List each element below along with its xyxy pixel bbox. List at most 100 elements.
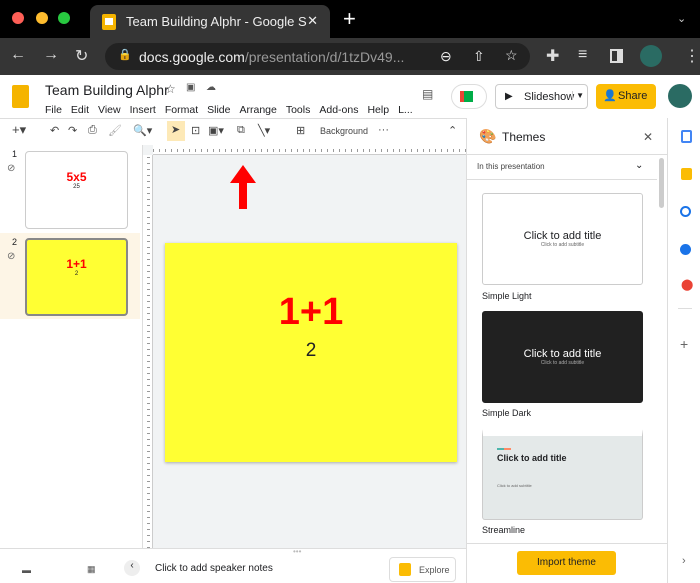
resize-handle[interactable]: •••	[293, 547, 301, 556]
menu-slide[interactable]: Slide	[207, 104, 230, 116]
menu-last-edit[interactable]: L...	[398, 104, 413, 116]
browser-menu-icon[interactable]: ⋮	[684, 46, 700, 66]
minimize-window-button[interactable]	[36, 12, 48, 24]
undo-icon[interactable]: ↶	[50, 124, 59, 137]
notes-placeholder[interactable]: Click to add speaker notes	[155, 563, 273, 574]
move-folder-icon[interactable]: ▣	[186, 82, 195, 93]
theme-simple-light[interactable]: Click to add title Click to add subtitle	[482, 193, 643, 285]
star-icon[interactable]: ☆	[165, 82, 176, 96]
address-bar[interactable]: 🔒 docs.google.com/presentation/d/1tzDv49…	[105, 43, 530, 70]
back-icon[interactable]: ←	[10, 46, 26, 64]
menu-tools[interactable]: Tools	[286, 104, 311, 116]
lock-icon: 🔒	[118, 49, 132, 61]
theme-simple-dark[interactable]: Click to add title Click to add subtitle	[482, 311, 643, 403]
comment-add-icon[interactable]: ⊞	[296, 124, 305, 137]
theme-streamline[interactable]: Click to add title Click to add subtitle	[482, 428, 643, 520]
slide-title[interactable]: 1+1	[165, 291, 457, 334]
reload-icon[interactable]: ↻	[75, 46, 88, 66]
expand-side-panel-icon[interactable]: ›	[682, 555, 686, 567]
comments-icon[interactable]: ▤	[422, 87, 433, 101]
text-box-icon[interactable]: ⊡	[191, 124, 200, 137]
bookmark-star-icon[interactable]: ☆	[505, 47, 518, 64]
theme-name: Simple Light	[482, 291, 532, 301]
print-icon[interactable]: ⎙	[88, 124, 97, 137]
more-options-icon[interactable]: ···	[378, 124, 389, 136]
calendar-icon[interactable]	[681, 130, 692, 143]
slide-body[interactable]: 2	[165, 340, 457, 362]
paint-format-icon[interactable]: 🖌	[108, 124, 122, 137]
new-tab-button[interactable]: +	[343, 6, 356, 32]
theme-filter-dropdown[interactable]: In this presentation ⌄	[467, 155, 657, 180]
theme-name: Streamline	[482, 525, 526, 535]
slide-thumbnail-1[interactable]: 5x5 25	[25, 151, 128, 229]
menu-insert[interactable]: Insert	[130, 104, 156, 116]
account-avatar[interactable]	[668, 84, 692, 108]
vertical-ruler[interactable]	[143, 155, 153, 548]
browser-toolbar: ← → ↻ 🔒 docs.google.com/presentation/d/1…	[0, 38, 700, 75]
document-title[interactable]: Team Building Alphr	[45, 82, 169, 98]
media-icon[interactable]: ≡	[578, 46, 587, 64]
accent-bar	[497, 448, 511, 450]
shape-icon[interactable]: ⧉	[237, 124, 245, 137]
menu-arrange[interactable]: Arrange	[239, 104, 276, 116]
close-tab-icon[interactable]: ✕	[307, 13, 318, 29]
slideshow-button[interactable]: ▶ Slideshow ▼	[495, 84, 588, 109]
share-page-icon[interactable]: ⇧	[473, 48, 485, 65]
side-panel-icon[interactable]	[610, 49, 623, 63]
slideshow-label: Slideshow	[524, 91, 575, 103]
slideshow-dropdown-icon[interactable]: ▼	[572, 91, 584, 100]
browser-tab[interactable]: Team Building Alphr - Google S ✕	[90, 5, 330, 38]
menu-help[interactable]: Help	[367, 104, 389, 116]
tab-list-icon[interactable]: ⌄	[677, 12, 686, 25]
forward-icon[interactable]: →	[43, 46, 59, 64]
thumb-body: 2	[74, 271, 79, 277]
select-icon[interactable]: ➤	[167, 121, 185, 141]
import-theme-button[interactable]: Import theme	[517, 551, 616, 575]
menu-file[interactable]: File	[45, 104, 62, 116]
tasks-icon[interactable]	[680, 206, 691, 217]
speaker-notes[interactable]: ••• Click to add speaker notes Explore	[143, 547, 466, 583]
new-slide-icon[interactable]: +▾	[12, 122, 26, 138]
tab-title: Team Building Alphr - Google S	[126, 14, 307, 29]
explore-button[interactable]: Explore	[389, 557, 456, 582]
image-icon[interactable]: ▣▾	[208, 124, 224, 137]
close-window-button[interactable]	[12, 12, 24, 24]
share-person-icon: 👤	[603, 90, 617, 102]
horizontal-ruler[interactable]	[153, 145, 466, 155]
thumb-title: 5x5	[66, 170, 87, 184]
slides-logo-icon[interactable]	[12, 85, 29, 108]
theme-preview-subtitle: Click to add subtitle	[540, 242, 585, 248]
url-path: /presentation/d/1tzDv49...	[244, 49, 405, 65]
docs-header: Team Building Alphr ☆ ▣ ☁ File Edit View In…	[0, 75, 700, 118]
extensions-icon[interactable]: ✚	[546, 46, 559, 66]
meet-icon	[460, 91, 473, 102]
maps-icon[interactable]: ⬤	[681, 278, 693, 291]
maximize-window-button[interactable]	[58, 12, 70, 24]
redo-icon[interactable]: ↷	[68, 124, 77, 137]
meet-button[interactable]	[451, 84, 487, 109]
contacts-icon[interactable]	[680, 244, 691, 255]
grid-view-icon[interactable]: ▦	[87, 564, 96, 575]
filmstrip-view-icon[interactable]: ▬	[22, 565, 31, 575]
menu-view[interactable]: View	[98, 104, 121, 116]
profile-avatar[interactable]	[640, 45, 662, 67]
theme-preview-subtitle: Click to add subtitle	[540, 360, 585, 366]
zoom-icon[interactable]: ⊖	[440, 48, 452, 65]
slide-thumbnail-2[interactable]: 1+1 2	[25, 238, 128, 316]
chevron-down-icon: ⌄	[635, 160, 644, 171]
line-icon[interactable]: ╲▾	[258, 124, 270, 137]
keep-icon[interactable]	[681, 168, 692, 180]
menu-edit[interactable]: Edit	[71, 104, 89, 116]
collapse-toolbar-icon[interactable]: ⌃	[448, 124, 457, 137]
zoom-tool-icon[interactable]: 🔍▾	[133, 124, 152, 137]
scrollbar[interactable]	[659, 158, 664, 208]
collapse-filmstrip-icon[interactable]: ‹	[124, 560, 140, 576]
background-button[interactable]: Background	[320, 126, 368, 136]
close-panel-icon[interactable]: ✕	[643, 130, 653, 144]
share-button[interactable]: 👤 Share	[596, 84, 656, 109]
menu-format[interactable]: Format	[165, 104, 198, 116]
current-slide[interactable]: 1+1 2	[165, 243, 457, 462]
theme-preview-title: Click to add title	[497, 453, 567, 463]
add-on-plus-icon[interactable]: +	[680, 336, 688, 352]
menu-addons[interactable]: Add-ons	[319, 104, 358, 116]
